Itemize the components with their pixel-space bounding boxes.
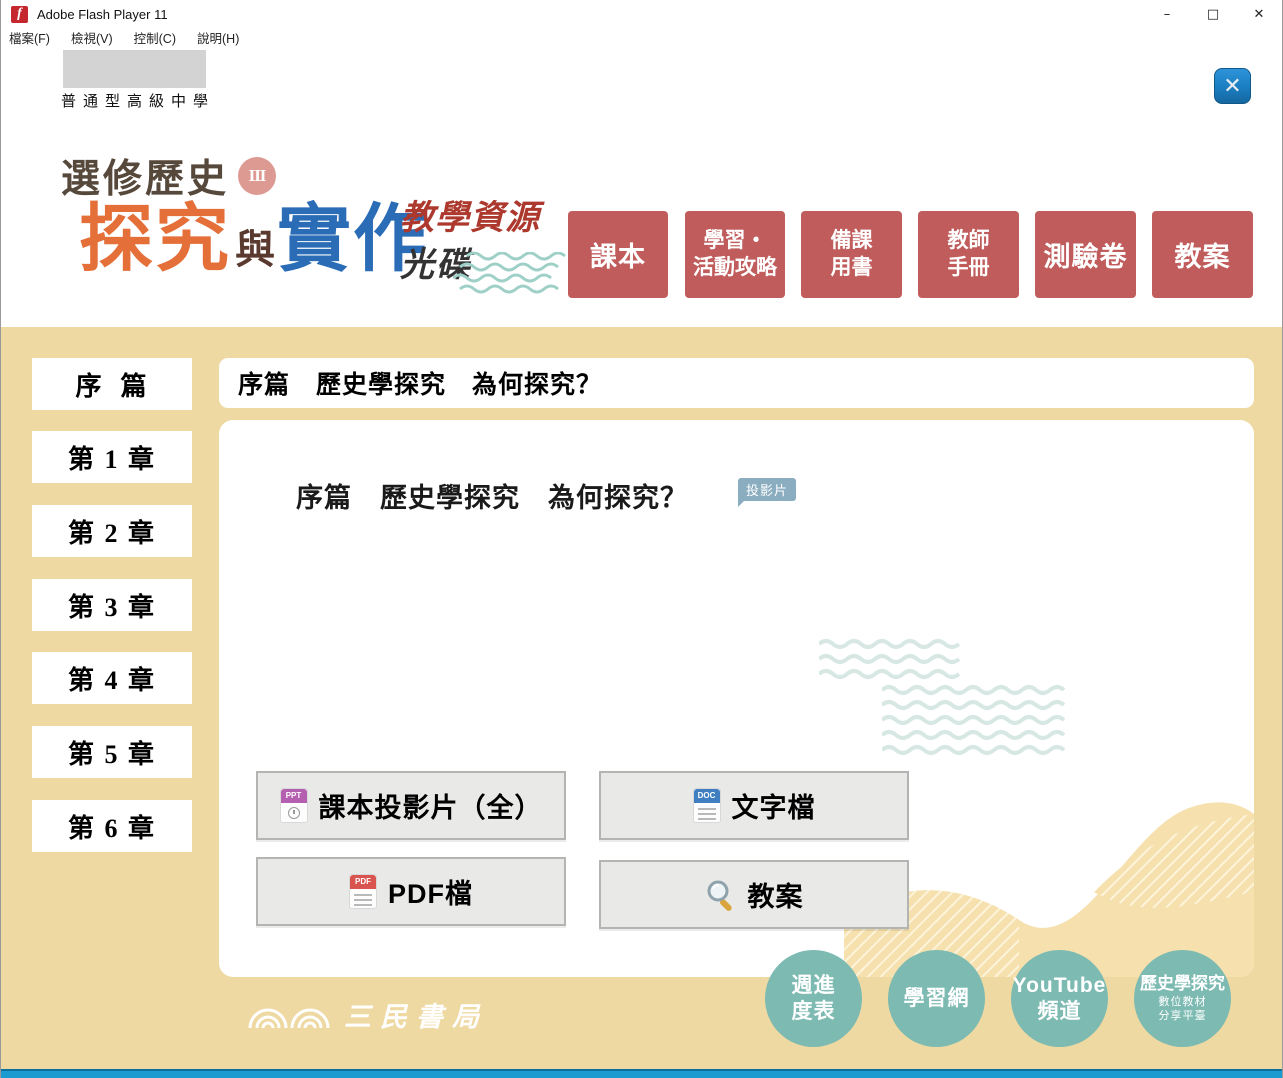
history-inquiry-platform-link[interactable]: 歷史學探究 數位教材 分享平臺 xyxy=(1134,950,1231,1047)
app-close-button[interactable]: ✕ xyxy=(1214,68,1251,104)
main-body: 序 篇 第 1 章 第 2 章 第 3 章 第 4 章 第 5 章 第 6 章 … xyxy=(1,327,1282,1069)
header-band: 普通型高級中學 ✕ 選修歷史 III 探究 與 實作 教學資源 光碟 課本 學習… xyxy=(1,47,1282,327)
series-title-row: 選修歷史 III xyxy=(61,148,276,204)
sidebar-item-chapter-4[interactable]: 第 4 章 xyxy=(32,652,192,704)
publisher-arches-icon xyxy=(246,1000,334,1030)
subtitle-teaching-resources: 教學資源 xyxy=(400,190,540,239)
sidebar-item-preface[interactable]: 序 篇 xyxy=(32,358,192,410)
pdf-icon-label: PDF xyxy=(350,875,376,889)
publisher-name: 三民書局 xyxy=(344,995,488,1034)
window-controls: – □ ✕ xyxy=(1144,0,1282,28)
textbook-slides-all-button[interactable]: PPT 課本投影片（全） xyxy=(256,771,566,840)
history-inquiry-platform-label: 歷史學探究 xyxy=(1140,974,1225,994)
nav-button-teacher-manual[interactable]: 教師 手冊 xyxy=(918,211,1019,298)
menubar: 檔案(F) 檢視(V) 控制(C) 說明(H) xyxy=(1,28,1282,47)
history-inquiry-platform-sublabel: 數位教材 分享平臺 xyxy=(1159,996,1207,1024)
lesson-plan-label: 教案 xyxy=(748,875,804,914)
minimize-icon[interactable]: – xyxy=(1144,0,1190,28)
window-title: Adobe Flash Player 11 xyxy=(37,7,168,22)
panel-heading: 序篇 歷史學探究 為何探究？ xyxy=(296,476,688,515)
main-title: 探究 與 實作 xyxy=(79,202,429,276)
menu-view[interactable]: 檢視(V) xyxy=(71,28,124,47)
sidebar-item-chapter-6[interactable]: 第 6 章 xyxy=(32,800,192,852)
ppt-icon-label: PPT xyxy=(281,789,307,803)
nav-button-lesson-prep-book[interactable]: 備課 用書 xyxy=(801,211,902,298)
ppt-file-icon: PPT xyxy=(280,788,308,823)
hill-decoration xyxy=(844,732,1254,977)
pdf-file-label: PDF檔 xyxy=(388,872,473,911)
sidebar-item-chapter-5[interactable]: 第 5 章 xyxy=(32,726,192,778)
publisher-logo: 三民書局 xyxy=(246,995,488,1034)
main-title-word1: 探究 xyxy=(79,202,231,276)
menu-file[interactable]: 檔案(F) xyxy=(9,28,61,47)
sidebar-item-chapter-3[interactable]: 第 3 章 xyxy=(32,579,192,631)
textbook-slides-all-label: 課本投影片（全） xyxy=(319,786,543,825)
menu-control[interactable]: 控制(C) xyxy=(134,28,187,47)
menu-help[interactable]: 說明(H) xyxy=(197,28,250,47)
nav-button-lesson-plan[interactable]: 教案 xyxy=(1152,211,1253,298)
school-label: 普通型高級中學 xyxy=(61,90,215,111)
text-file-button[interactable]: DOC 文字檔 xyxy=(599,771,909,840)
wave-decoration-small xyxy=(819,638,964,690)
bottom-accent-strip xyxy=(1,1069,1282,1078)
section-title-bar: 序篇 歷史學探究 為何探究？ xyxy=(219,358,1254,408)
app-close-icon: ✕ xyxy=(1223,74,1241,99)
section-title: 序篇 歷史學探究 為何探究？ xyxy=(238,365,602,401)
main-title-conjunction: 與 xyxy=(235,230,275,270)
nav-button-learning-activity-guide[interactable]: 學習‧ 活動攻略 xyxy=(685,211,785,298)
volume-badge: III xyxy=(238,157,276,195)
doc-icon-label: DOC xyxy=(694,789,720,803)
learning-site-link[interactable]: 學習網 xyxy=(888,950,985,1047)
magnifier-icon xyxy=(705,879,737,911)
clock-glyph xyxy=(288,807,300,819)
pdf-file-icon: PDF xyxy=(349,874,377,909)
lesson-plan-button[interactable]: 教案 xyxy=(599,860,909,929)
maximize-icon[interactable]: □ xyxy=(1190,0,1236,28)
wave-decoration-subtitle xyxy=(453,252,571,296)
sidebar-item-chapter-2[interactable]: 第 2 章 xyxy=(32,505,192,557)
doc-lines-glyph xyxy=(698,808,716,820)
series-title: 選修歷史 xyxy=(61,148,229,204)
weekly-progress-link[interactable]: 週進 度表 xyxy=(765,950,862,1047)
content-panel: 序篇 歷史學探究 為何探究？ 投影片 xyxy=(219,420,1254,977)
slides-tag: 投影片 xyxy=(738,478,796,501)
flash-player-window: f Adobe Flash Player 11 – □ ✕ 檔案(F) 檢視(V… xyxy=(0,0,1283,1078)
close-icon[interactable]: ✕ xyxy=(1236,0,1282,28)
flash-player-icon: f xyxy=(11,6,28,23)
youtube-channel-label: YouTube 頻道 xyxy=(1013,973,1107,1023)
pdf-file-button[interactable]: PDF PDF檔 xyxy=(256,857,566,926)
school-logo-placeholder xyxy=(63,50,206,88)
titlebar: f Adobe Flash Player 11 – □ ✕ xyxy=(1,0,1282,28)
doc-file-icon: DOC xyxy=(693,788,721,823)
nav-button-textbook[interactable]: 課本 xyxy=(568,211,668,298)
sidebar-item-chapter-1[interactable]: 第 1 章 xyxy=(32,431,192,483)
learning-site-label: 學習網 xyxy=(904,986,970,1011)
pdf-lines-glyph xyxy=(354,894,372,906)
youtube-channel-link[interactable]: YouTube 頻道 xyxy=(1011,950,1108,1047)
text-file-label: 文字檔 xyxy=(732,786,816,825)
nav-button-test-papers[interactable]: 測驗卷 xyxy=(1035,211,1136,298)
weekly-progress-label: 週進 度表 xyxy=(792,973,836,1023)
